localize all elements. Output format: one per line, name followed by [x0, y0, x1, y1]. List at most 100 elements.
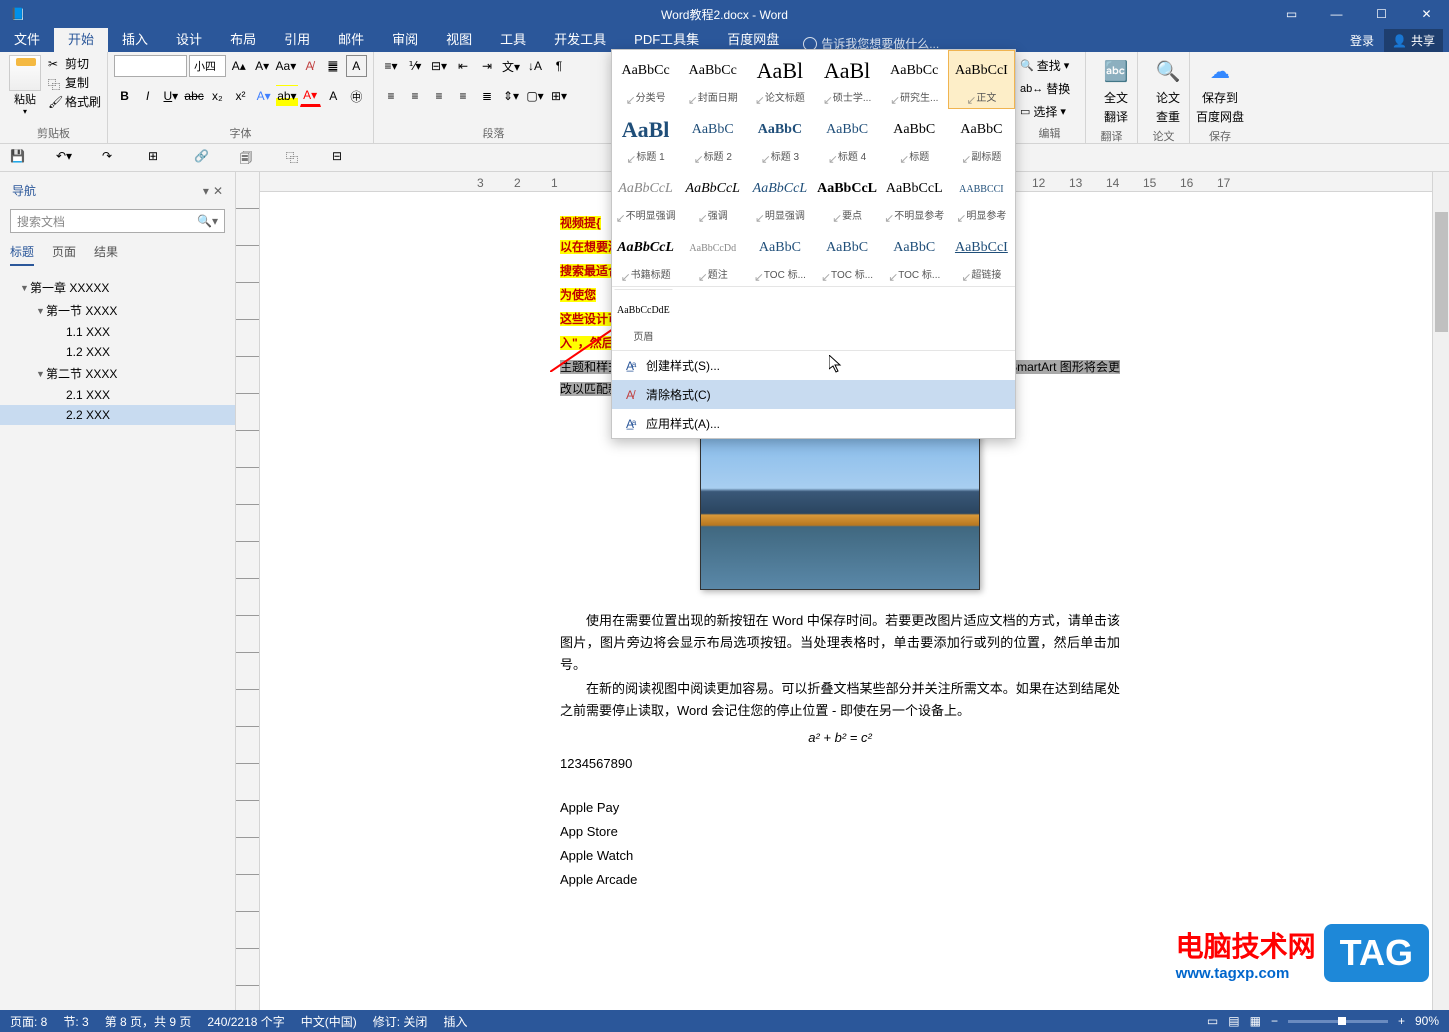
tree-item[interactable]: 2.2 XXX	[0, 405, 235, 425]
style-item-副标题[interactable]: AaBbC↙副标题	[948, 109, 1015, 168]
status-page[interactable]: 页面: 8	[10, 1013, 47, 1030]
style-item-明显参考[interactable]: AABBCCI↙明显参考	[948, 168, 1015, 227]
tab-file[interactable]: 文件	[0, 25, 54, 52]
shrink-font-button[interactable]: A▾	[251, 55, 272, 77]
align-center-button[interactable]: ≡	[404, 85, 426, 107]
login-link[interactable]: 登录	[1350, 32, 1374, 49]
enclose-char-button[interactable]: ㊥	[346, 85, 367, 107]
tree-item[interactable]: 1.2 XXX	[0, 342, 235, 362]
nav-search-input[interactable]: 搜索文档 🔍▾	[10, 209, 225, 233]
zoom-level[interactable]: 90%	[1415, 1014, 1439, 1028]
preview-icon[interactable]: 🗐	[240, 149, 258, 167]
translate-button[interactable]: 🔤 全文翻译	[1092, 55, 1140, 125]
vertical-ruler[interactable]	[236, 172, 260, 1010]
font-color-button[interactable]: A▾	[300, 85, 321, 107]
style-item-不明显参考[interactable]: AaBbCcL↙不明显参考	[881, 168, 948, 227]
tree-item[interactable]: ▼第二节 XXXX	[0, 362, 235, 385]
underline-button[interactable]: U▾	[160, 85, 181, 107]
borders-button[interactable]: ⊞▾	[548, 85, 570, 107]
style-item-明显强调[interactable]: AaBbCcL↙明显强调	[746, 168, 813, 227]
increase-indent-button[interactable]: ⇥	[476, 55, 498, 77]
style-item-不明显强调[interactable]: AaBbCcL↙不明显强调	[612, 168, 679, 227]
style-item-标题 1[interactable]: AaBl↙标题 1	[612, 109, 679, 168]
style-item-分类号[interactable]: AaBbCc↙分类号	[612, 50, 679, 109]
create-style-menu[interactable]: A̲ͣ 创建样式(S)...	[612, 351, 1015, 380]
align-left-button[interactable]: ≡	[380, 85, 402, 107]
format-icon[interactable]: ⊟	[332, 149, 350, 167]
tree-item[interactable]: 2.1 XXX	[0, 385, 235, 405]
style-item-标题 4[interactable]: AaBbC↙标题 4	[813, 109, 880, 168]
change-case-button[interactable]: Aa▾	[275, 55, 297, 77]
style-item-TOC 标...[interactable]: AaBbC↙TOC 标...	[881, 227, 948, 286]
tab-baidu[interactable]: 百度网盘	[713, 25, 793, 52]
numbering-button[interactable]: ⅟▾	[404, 55, 426, 77]
tab-developer[interactable]: 开发工具	[540, 25, 620, 52]
zoom-slider[interactable]	[1288, 1020, 1388, 1023]
style-item-超链接[interactable]: AaBbCcI↙超链接	[948, 227, 1015, 286]
style-item-论文标题[interactable]: AaBl↙论文标题	[746, 50, 813, 109]
cut-button[interactable]: ✂剪切	[48, 55, 101, 72]
style-item-页眉[interactable]: AaBbCcDdE页眉	[614, 289, 673, 348]
share-button[interactable]: 👤共享	[1384, 29, 1443, 52]
italic-button[interactable]: I	[137, 85, 158, 107]
status-pages[interactable]: 第 8 页，共 9 页	[105, 1013, 192, 1030]
sort-button[interactable]: ↓A	[524, 55, 546, 77]
search-icon[interactable]: 🔍▾	[197, 214, 218, 228]
save-baidu-button[interactable]: ☁ 保存到百度网盘	[1196, 55, 1244, 125]
decrease-indent-button[interactable]: ⇤	[452, 55, 474, 77]
tab-insert[interactable]: 插入	[108, 25, 162, 52]
paste-button[interactable]: 粘贴 ▾	[6, 55, 44, 122]
apply-style-menu[interactable]: A̲ͣ 应用样式(A)...	[612, 409, 1015, 438]
maximize-button[interactable]: ☐	[1359, 0, 1404, 28]
nav-dropdown-icon[interactable]: ▾	[203, 184, 209, 198]
style-item-标题[interactable]: AaBbC↙标题	[881, 109, 948, 168]
view-read-button[interactable]: ▭	[1207, 1014, 1218, 1028]
phonetic-button[interactable]: ䷀	[322, 55, 343, 77]
tab-mailings[interactable]: 邮件	[324, 25, 378, 52]
status-words[interactable]: 240/2218 个字	[207, 1013, 284, 1030]
style-item-强调[interactable]: AaBbCcL↙强调	[679, 168, 746, 227]
style-item-标题 3[interactable]: AaBbC↙标题 3	[746, 109, 813, 168]
copy-button[interactable]: ⿻复制	[48, 74, 101, 91]
save-button[interactable]: 💾	[10, 149, 28, 167]
style-item-TOC 标...[interactable]: AaBbC↙TOC 标...	[813, 227, 880, 286]
grow-font-button[interactable]: A▴	[228, 55, 249, 77]
tab-references[interactable]: 引用	[270, 25, 324, 52]
zoom-out-button[interactable]: −	[1271, 1014, 1278, 1028]
nav-tab-headings[interactable]: 标题	[10, 243, 34, 266]
close-button[interactable]: ✕	[1404, 0, 1449, 28]
nav-close-button[interactable]: ✕	[213, 184, 223, 198]
nav-tab-results[interactable]: 结果	[94, 243, 118, 266]
char-border-button[interactable]: A	[346, 55, 367, 77]
clear-format-menu[interactable]: A̸ 清除格式(C)	[612, 380, 1015, 409]
status-section[interactable]: 节: 3	[63, 1013, 88, 1030]
multilevel-button[interactable]: ⊟▾	[428, 55, 450, 77]
tab-design[interactable]: 设计	[162, 25, 216, 52]
distribute-button[interactable]: ≣	[476, 85, 498, 107]
strike-button[interactable]: abc	[183, 85, 204, 107]
show-marks-button[interactable]: ¶	[548, 55, 570, 77]
bullets-button[interactable]: ≡▾	[380, 55, 402, 77]
thesis-check-button[interactable]: 🔍 论文查重	[1144, 55, 1192, 125]
copy-icon[interactable]: ⿻	[286, 149, 304, 167]
subscript-button[interactable]: x₂	[207, 85, 228, 107]
status-lang[interactable]: 中文(中国)	[301, 1013, 357, 1030]
style-item-标题 2[interactable]: AaBbC↙标题 2	[679, 109, 746, 168]
char-shading-button[interactable]: A	[323, 85, 344, 107]
view-print-button[interactable]: ▤	[1228, 1014, 1239, 1028]
status-insert[interactable]: 插入	[443, 1013, 467, 1030]
style-item-研究生...[interactable]: AaBbCc↙研究生...	[881, 50, 948, 109]
font-size-combo[interactable]: 小四	[189, 55, 226, 77]
style-item-书籍标题[interactable]: AaBbCcL↙书籍标题	[612, 227, 679, 286]
shading-button[interactable]: ▢▾	[524, 85, 546, 107]
align-right-button[interactable]: ≡	[428, 85, 450, 107]
bold-button[interactable]: B	[114, 85, 135, 107]
tree-item[interactable]: ▼第一章 XXXXX	[0, 276, 235, 299]
vertical-scrollbar[interactable]	[1432, 172, 1449, 1010]
justify-button[interactable]: ≡	[452, 85, 474, 107]
minimize-button[interactable]: —	[1314, 0, 1359, 28]
tab-review[interactable]: 审阅	[378, 25, 432, 52]
redo-button[interactable]: ↷	[102, 149, 120, 167]
replace-button[interactable]: ab↔替换	[1020, 79, 1079, 98]
line-spacing-button[interactable]: ⇕▾	[500, 85, 522, 107]
